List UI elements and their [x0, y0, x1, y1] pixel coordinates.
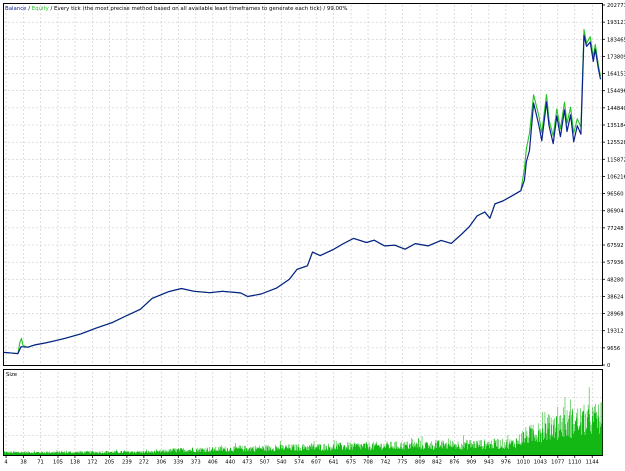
x-tick-label: 105: [53, 460, 63, 466]
y-tick-label: 135184: [607, 123, 625, 129]
y-tick-label: 125528: [607, 140, 625, 146]
x-tick-label: 574: [294, 460, 305, 466]
x-tick-label: 708: [363, 460, 373, 466]
x-tick-label: 842: [432, 460, 442, 466]
x-tick-label: 1010: [517, 460, 530, 466]
x-tick-label: 272: [139, 460, 149, 466]
report-chart: 202777 193121 183465 173809 164153 154496 1448…: [3, 3, 625, 466]
x-tick-label: 406: [208, 460, 218, 466]
y-tick-label: 28968: [607, 312, 624, 318]
y-tick-label: 86904: [607, 209, 624, 215]
x-tick-label: 138: [70, 460, 80, 466]
y-tick-label: 9656: [607, 346, 620, 352]
y-tick-label: 96560: [607, 192, 624, 198]
x-tick-label: 306: [156, 460, 166, 466]
x-tick-label: 976: [501, 460, 511, 466]
size-pane-title: Size: [6, 372, 18, 378]
y-tick-label: 193121: [607, 20, 625, 26]
x-axis-ticks: 4 38 71 105 138 172 205 239 272 306 339 373 406 440 47…: [4, 455, 600, 466]
y-tick-label: 48280: [607, 277, 624, 283]
x-tick-label: 205: [104, 460, 114, 466]
testing-mode-text: / Every tick (the most precise method ba…: [49, 6, 348, 12]
y-tick-label: 77248: [607, 226, 624, 232]
y-axis-ticks: 202777 193121 183465 173809 164153 154496 1448…: [602, 3, 625, 369]
x-tick-label: 540: [277, 460, 287, 466]
x-tick-label: 1043: [534, 460, 547, 466]
x-tick-label: 675: [346, 460, 356, 466]
x-tick-label: 809: [415, 460, 425, 466]
x-tick-label: 172: [87, 460, 97, 466]
y-tick-label: 173809: [607, 54, 625, 60]
x-tick-label: 1144: [586, 460, 600, 466]
x-tick-label: 473: [242, 460, 252, 466]
x-tick-label: 440: [225, 460, 235, 466]
x-tick-label: 641: [329, 460, 339, 466]
y-tick-label: 183465: [607, 37, 625, 43]
y-tick-label: 38624: [607, 294, 624, 300]
y-tick-label: 19312: [607, 329, 624, 335]
x-tick-label: 373: [191, 460, 201, 466]
x-tick-label: 507: [260, 460, 270, 466]
x-tick-label: 4: [4, 460, 8, 466]
x-tick-label: 38: [20, 460, 27, 466]
x-tick-label: 339: [173, 460, 183, 466]
x-tick-label: 607: [311, 460, 321, 466]
y-tick-label: 0: [607, 363, 610, 369]
x-tick-label: 775: [398, 460, 408, 466]
x-tick-label: 876: [449, 460, 459, 466]
y-tick-label: 115872: [607, 157, 625, 163]
balance-pane-frame: [3, 3, 603, 366]
y-tick-label: 202777: [607, 3, 625, 9]
y-tick-label: 57936: [607, 260, 624, 266]
equity-legend: Equity: [32, 6, 50, 12]
y-tick-label: 144840: [607, 106, 625, 112]
chart-header: Balance / Equity / Every tick (the most …: [5, 6, 347, 12]
balance-legend: Balance: [5, 6, 27, 12]
x-tick-label: 239: [122, 460, 132, 466]
x-tick-label: 1110: [568, 460, 581, 466]
y-tick-label: 164153: [607, 72, 625, 78]
y-tick-label: 106216: [607, 174, 625, 180]
y-tick-label: 67592: [607, 243, 624, 249]
x-tick-label: 909: [466, 460, 476, 466]
x-tick-label: 943: [484, 460, 494, 466]
x-tick-label: 1077: [551, 460, 564, 466]
x-tick-label: 742: [381, 460, 391, 466]
x-tick-label: 71: [37, 460, 44, 466]
strategy-tester-report: 202777 193121 183465 173809 164153 154496 1448…: [0, 0, 625, 467]
y-tick-label: 154496: [607, 89, 625, 95]
